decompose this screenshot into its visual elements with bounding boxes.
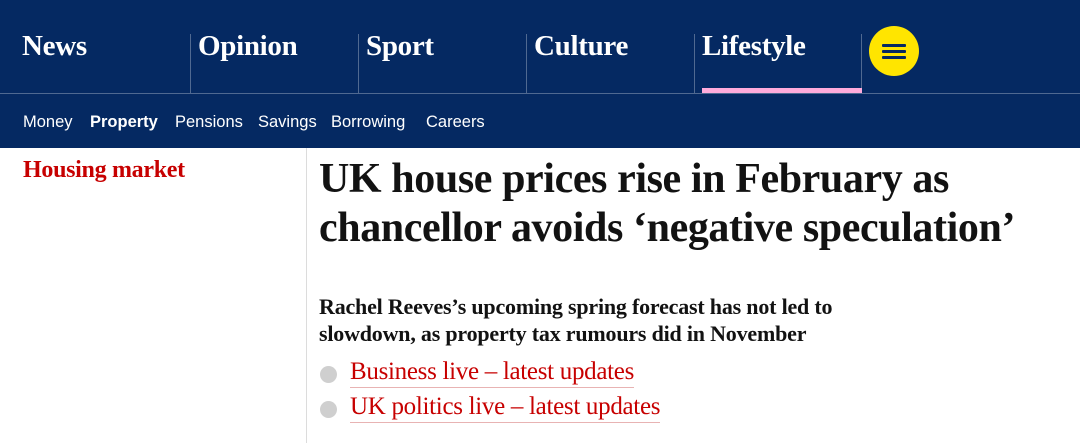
- nav-pillar-lifestyle[interactable]: Lifestyle: [694, 0, 862, 93]
- article-standfirst: Rachel Reeves’s upcoming spring forecast…: [319, 293, 1059, 347]
- headline-line: UK house prices rise in February as: [319, 156, 949, 202]
- standfirst-line: Rachel Reeves’s upcoming spring forecast…: [319, 294, 833, 319]
- column-divider: [306, 148, 307, 443]
- nav-pillar-label: Sport: [366, 30, 434, 62]
- subnav-item-money[interactable]: Money: [23, 113, 73, 132]
- nav-pillar-culture[interactable]: Culture: [526, 0, 694, 93]
- subnav-item-pensions[interactable]: Pensions: [175, 113, 243, 132]
- menu-button[interactable]: [869, 26, 919, 76]
- nav-pillar-label: News: [22, 30, 87, 62]
- nav-divider: [190, 34, 191, 93]
- nav-pillar-label: Culture: [534, 30, 629, 62]
- headline-line: chancellor avoids ‘negative speculation’: [319, 205, 1016, 251]
- nav-divider: [861, 34, 862, 93]
- subnav-item-borrowing[interactable]: Borrowing: [331, 113, 405, 132]
- nav-pillar-label: Opinion: [198, 30, 298, 62]
- subnav-item-property[interactable]: Property: [90, 113, 158, 132]
- subnav-item-careers[interactable]: Careers: [426, 113, 485, 132]
- nav-divider: [358, 34, 359, 93]
- bullet-icon: [320, 401, 337, 418]
- standfirst-line: slowdown, as property tax rumours did in…: [319, 321, 807, 346]
- article-headline: UK house prices rise in February as chan…: [319, 155, 1080, 253]
- related-link-uk-politics-live[interactable]: UK politics live – latest updates: [350, 392, 660, 423]
- nav-pillar-label: Lifestyle: [702, 30, 806, 62]
- related-link-business-live[interactable]: Business live – latest updates: [350, 357, 634, 388]
- nav-pillar-sport[interactable]: Sport: [358, 0, 526, 93]
- subnav-item-savings[interactable]: Savings: [258, 113, 317, 132]
- bullet-icon: [320, 366, 337, 383]
- top-navigation: News Opinion Sport Culture Lifestyle: [0, 0, 1080, 93]
- nav-pillar-opinion[interactable]: Opinion: [190, 0, 358, 93]
- sub-navigation: Money Property Pensions Savings Borrowin…: [0, 93, 1080, 148]
- nav-divider: [694, 34, 695, 93]
- section-tag[interactable]: Housing market: [23, 157, 185, 184]
- nav-divider: [526, 34, 527, 93]
- nav-pillar-news[interactable]: News: [0, 0, 190, 93]
